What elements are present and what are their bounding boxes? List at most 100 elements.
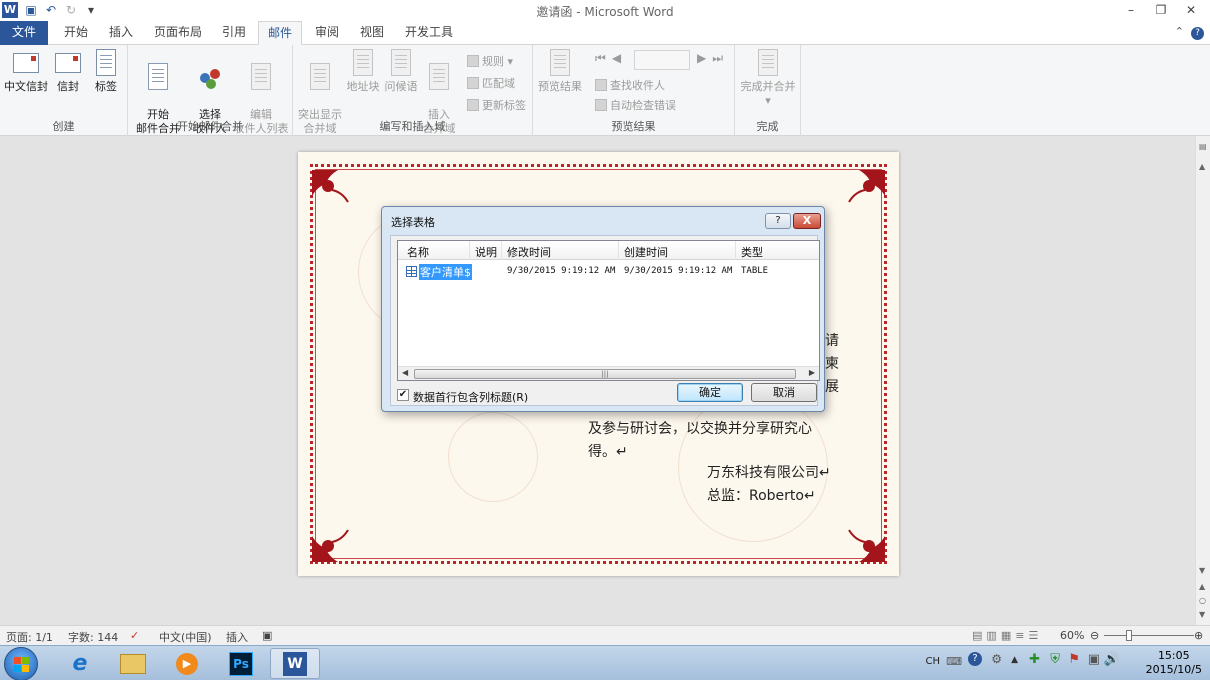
zoom-out-icon[interactable]: ⊖ xyxy=(1090,629,1099,642)
column-header-description[interactable]: 说明 xyxy=(475,244,497,260)
close-icon[interactable]: ✕ xyxy=(1176,0,1206,20)
outline-view-icon[interactable]: ≡ xyxy=(1015,629,1028,642)
table-list[interactable]: 名称 说明 修改时间 创建时间 类型 客户清单$ 9/30/2015 9:19:… xyxy=(397,240,820,381)
keyboard-icon[interactable]: ⌨ xyxy=(946,655,962,668)
draft-view-icon[interactable]: ☰ xyxy=(1028,629,1042,642)
doc-text-fragment: 柬 xyxy=(825,356,839,372)
zoom-slider-thumb[interactable] xyxy=(1126,630,1132,641)
previous-page-icon[interactable]: ▲ xyxy=(1199,582,1205,591)
language[interactable]: 中文(中国) xyxy=(159,629,212,645)
table-list-header: 名称 说明 修改时间 创建时间 类型 xyxy=(398,241,819,260)
labels-icon xyxy=(92,49,120,77)
first-row-headers-checkbox[interactable]: ✔ xyxy=(397,389,409,401)
column-header-modified[interactable]: 修改时间 xyxy=(507,244,551,260)
highlight-merge-fields-icon xyxy=(306,63,334,91)
first-row-headers-label[interactable]: 数据首行包含列标题(R) xyxy=(413,389,528,405)
start-button[interactable] xyxy=(4,647,38,680)
tab-references[interactable]: 引用 xyxy=(214,21,254,45)
doc-signature-company: 万东科技有限公司↵ xyxy=(707,465,831,481)
group-start-mail-merge: 开始 邮件合并 选择 收件人 编辑 收件人列表 开始邮件合并 xyxy=(128,45,293,136)
auto-check-errors-button[interactable]: 自动检查错误 xyxy=(595,97,676,113)
dialog-close-button[interactable]: X xyxy=(793,213,821,229)
ruler-toggle-icon[interactable]: ▤ xyxy=(1199,142,1207,151)
greeting-line-button[interactable]: 问候语 xyxy=(383,49,419,94)
tab-review[interactable]: 审阅 xyxy=(307,21,347,45)
tab-developer[interactable]: 开发工具 xyxy=(399,21,459,45)
next-page-icon[interactable]: ▼ xyxy=(1199,610,1205,619)
scroll-up-icon[interactable]: ▲ xyxy=(1199,162,1205,171)
insert-mode[interactable]: 插入 xyxy=(226,629,248,645)
tab-file[interactable]: 文件 xyxy=(0,21,48,45)
collapse-ribbon-icon[interactable]: ⌃ xyxy=(1175,25,1184,38)
preview-results-button[interactable]: 预览结果 xyxy=(537,49,583,94)
help-tray-icon[interactable]: ? xyxy=(968,652,982,666)
photoshop-icon[interactable]: Ps xyxy=(216,648,266,679)
minimize-icon[interactable]: – xyxy=(1116,0,1146,20)
previous-record-icon[interactable]: ◀ xyxy=(612,51,627,65)
doc-signature-director: 总监：Roberto↵ xyxy=(707,488,816,504)
word-taskbar-icon[interactable]: W xyxy=(270,648,320,679)
update-labels-button[interactable]: 更新标签 xyxy=(467,97,526,113)
page-count[interactable]: 页面: 1/1 xyxy=(6,629,53,645)
security-shield-icon[interactable]: ⛨ xyxy=(1050,652,1060,667)
action-center-icon[interactable]: ⚑ xyxy=(1068,652,1080,667)
cancel-button[interactable]: 取消 xyxy=(751,383,817,402)
media-player-icon[interactable]: ▶ xyxy=(162,648,212,679)
file-explorer-icon[interactable] xyxy=(108,648,158,679)
help-icon[interactable]: ? xyxy=(1191,27,1204,40)
vertical-scrollbar[interactable]: ▤ ▲ ▼ ▲ ○ ▼ xyxy=(1195,136,1210,625)
row-created: 9/30/2015 9:19:12 AM xyxy=(624,266,733,276)
scroll-right-icon[interactable]: ▶ xyxy=(809,368,815,377)
proofing-icon[interactable]: ✓ xyxy=(130,629,139,642)
show-hidden-icons[interactable]: ▲ xyxy=(1011,655,1018,665)
clock-date: 2015/10/5 xyxy=(1145,663,1202,676)
print-layout-view-icon[interactable]: ▤ xyxy=(972,629,986,642)
column-header-created[interactable]: 创建时间 xyxy=(624,244,668,260)
macro-recording-icon[interactable]: ▣ xyxy=(262,629,272,642)
horizontal-scrollbar[interactable]: ◀ ||| ▶ xyxy=(398,366,819,380)
word-count[interactable]: 字数: 144 xyxy=(68,629,118,645)
match-fields-button[interactable]: 匹配域 xyxy=(467,75,515,91)
group-label-create: 创建 xyxy=(52,120,75,133)
settings-tray-icon[interactable]: ⚙ xyxy=(991,652,1002,666)
scroll-left-icon[interactable]: ◀ xyxy=(402,368,408,377)
last-record-icon[interactable]: ⏭ xyxy=(712,51,729,65)
dialog-help-button[interactable]: ? xyxy=(765,213,791,229)
tab-page-layout[interactable]: 页面布局 xyxy=(148,21,208,45)
browse-object-icon[interactable]: ○ xyxy=(1199,596,1206,605)
next-record-icon[interactable]: ▶ xyxy=(697,51,712,65)
scroll-down-icon[interactable]: ▼ xyxy=(1199,566,1205,575)
first-record-icon[interactable]: ⏮ xyxy=(595,51,612,65)
zoom-slider[interactable] xyxy=(1104,635,1194,636)
labels-button[interactable]: 标签 xyxy=(90,49,122,94)
volume-icon[interactable]: 🔊 xyxy=(1104,652,1120,667)
tab-insert[interactable]: 插入 xyxy=(101,21,141,45)
web-layout-view-icon[interactable]: ▦ xyxy=(1001,629,1015,642)
row-name[interactable]: 客户清单$ xyxy=(419,264,472,280)
rules-button[interactable]: 规则 ▾ xyxy=(467,53,513,69)
zoom-in-icon[interactable]: ⊕ xyxy=(1194,629,1203,642)
tab-mailings[interactable]: 邮件 xyxy=(258,21,302,46)
internet-explorer-icon[interactable]: e xyxy=(55,648,105,679)
ime-indicator[interactable]: CH xyxy=(925,656,940,667)
ok-button[interactable]: 确定 xyxy=(677,383,743,402)
finish-merge-button[interactable]: 完成并合并 ▾ xyxy=(738,49,798,108)
antivirus-icon[interactable]: ✚ xyxy=(1029,652,1040,667)
clock[interactable]: 15:05 2015/10/5 xyxy=(1146,649,1202,677)
address-block-button[interactable]: 地址块 xyxy=(345,49,381,94)
scrollbar-thumb[interactable]: ||| xyxy=(414,369,796,379)
find-recipient-button[interactable]: 查找收件人 xyxy=(595,77,665,93)
chinese-envelope-button[interactable]: 中文信封 xyxy=(4,49,48,94)
tab-home[interactable]: 开始 xyxy=(56,21,96,45)
network-icon[interactable]: ▣ xyxy=(1088,652,1100,667)
zoom-level[interactable]: 60% xyxy=(1060,629,1084,642)
window-controls: – ❐ ✕ xyxy=(1116,0,1206,20)
column-header-name[interactable]: 名称 xyxy=(407,244,429,260)
column-header-type[interactable]: 类型 xyxy=(741,244,763,260)
restore-icon[interactable]: ❐ xyxy=(1146,0,1176,20)
tab-view[interactable]: 视图 xyxy=(352,21,392,45)
group-preview-results: 预览结果 ⏮◀ ▶⏭ 查找收件人 自动检查错误 预览结果 xyxy=(533,45,735,136)
envelope-button[interactable]: 信封 xyxy=(52,49,84,94)
record-number-input[interactable] xyxy=(634,50,690,70)
read-mode-view-icon[interactable]: ▥ xyxy=(986,629,1000,642)
